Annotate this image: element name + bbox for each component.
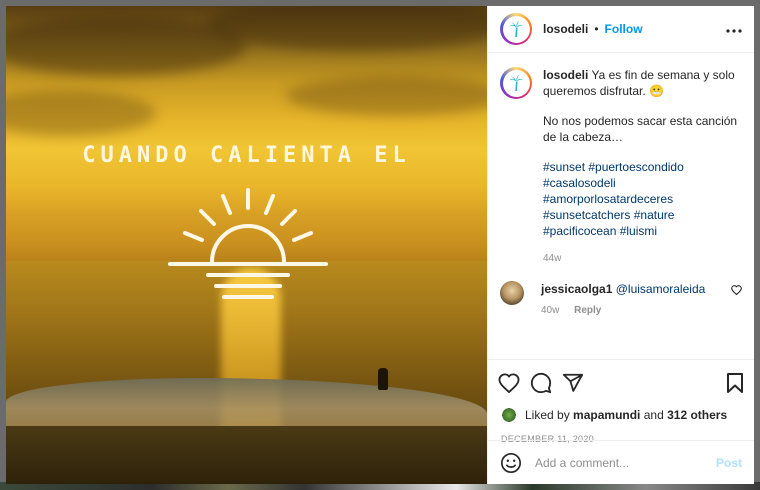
post-side-panel: losodeli • Follow losodeli Ya es fin de … xyxy=(487,6,754,484)
author-avatar[interactable] xyxy=(500,13,532,45)
like-heart-icon[interactable] xyxy=(498,373,520,393)
likes-others-count[interactable]: 312 others xyxy=(667,408,727,422)
sky-cloud xyxy=(6,91,156,136)
caption-author-avatar[interactable] xyxy=(500,67,532,99)
reply-button[interactable]: Reply xyxy=(574,305,601,316)
caption-hashtags[interactable]: #sunset #puertoescondido #casalosodeli #… xyxy=(543,159,742,239)
sand xyxy=(6,426,487,484)
comment-item: jessicaolga1 @luisamoraleida 40w Reply xyxy=(500,281,742,316)
post-header: losodeli • Follow xyxy=(488,6,754,53)
follow-button[interactable]: Follow xyxy=(605,22,643,36)
action-icons xyxy=(498,368,744,398)
surfer-silhouette xyxy=(378,368,388,390)
palm-tree-icon xyxy=(509,21,524,38)
liker-avatar[interactable] xyxy=(501,407,517,423)
likes-summary: Liked by mapamundi and 312 others xyxy=(498,407,744,423)
header-username[interactable]: losodeli xyxy=(543,22,588,36)
caption: losodeli Ya es fin de semana y solo quer… xyxy=(500,67,742,267)
comments-section[interactable]: losodeli Ya es fin de semana y solo quer… xyxy=(488,53,754,359)
caption-timestamp[interactable]: 44w xyxy=(543,251,742,267)
post-comment-button[interactable]: Post xyxy=(716,456,742,470)
post-photo[interactable]: CUANDO CALIENTA EL xyxy=(6,6,487,484)
add-comment-bar: Post xyxy=(488,440,754,484)
emoji-icon[interactable] xyxy=(500,452,522,474)
comment-username[interactable]: jessicaolga1 xyxy=(541,282,612,296)
sky-cloud xyxy=(286,76,487,116)
caption-body: losodeli Ya es fin de semana y solo quer… xyxy=(543,67,742,267)
photo-overlay-text: CUANDO CALIENTA EL xyxy=(82,143,411,168)
comment-mention[interactable]: @luisamoraleida xyxy=(616,282,706,296)
comment-like-heart-icon[interactable] xyxy=(731,284,742,298)
commenter-avatar[interactable] xyxy=(500,281,524,305)
add-comment-input[interactable] xyxy=(535,455,716,470)
share-send-icon[interactable] xyxy=(562,372,584,394)
caption-username[interactable]: losodeli xyxy=(543,68,588,82)
palm-tree-icon xyxy=(509,75,524,92)
more-options-icon[interactable] xyxy=(726,21,742,37)
caption-text-line2: No nos podemos sacar esta canción de la … xyxy=(543,114,738,144)
post-modal: CUANDO CALIENTA EL losodeli • Follow los… xyxy=(6,6,754,484)
comment-bubble-icon[interactable] xyxy=(530,372,552,394)
sunset-logo-icon xyxy=(168,188,328,299)
bookmark-icon[interactable] xyxy=(726,372,744,394)
liked-by-user[interactable]: mapamundi xyxy=(573,408,640,422)
comment-timestamp[interactable]: 40w xyxy=(541,305,559,316)
header-separator: • xyxy=(594,22,599,36)
sky-cloud xyxy=(206,6,487,51)
liked-by-and: and xyxy=(643,408,664,422)
liked-by-prefix: Liked by xyxy=(525,408,570,422)
